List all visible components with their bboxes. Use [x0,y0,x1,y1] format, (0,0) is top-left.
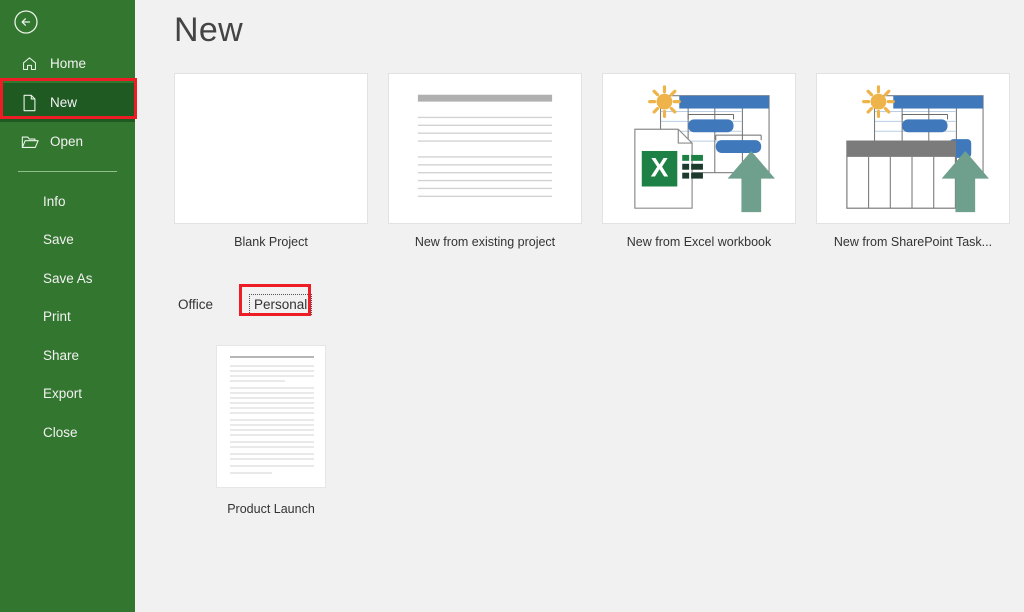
sidebar-item-label: New [50,95,78,110]
template-card-new-from-sharepoint-task-list[interactable]: New from SharePoint Task... [816,73,1010,249]
document-lines-art-icon [230,356,314,474]
sharepoint-import-art-icon [846,85,989,213]
backstage-content: New Blank Project New from existing proj… [135,0,1024,612]
sidebar-item-home[interactable]: Home [0,44,135,83]
sidebar-item-info[interactable]: Info [0,182,135,221]
sidebar-item-label: Share [43,347,80,363]
sidebar-item-label: Print [43,309,71,325]
sidebar-item-label: Export [43,386,83,402]
sidebar-item-save-as[interactable]: Save As [0,259,135,298]
sidebar-item-label: Home [50,56,87,71]
template-source-tabs: Office Personal [174,284,1024,316]
tab-label: Personal [254,296,308,312]
tab-personal[interactable]: Personal [249,293,313,315]
tab-label: Office [178,296,214,312]
template-label: New from existing project [414,235,556,249]
home-icon [20,54,39,73]
sidebar-item-new[interactable]: New [0,83,135,122]
sidebar-nav-list: Home New Open Info Save Save As Print Sh… [0,0,135,452]
new-document-icon [20,93,39,112]
document-preview [216,345,326,488]
template-thumbnail[interactable] [174,341,368,492]
sidebar-item-label: Save [43,232,74,248]
template-card-product-launch[interactable]: Product Launch [174,341,368,516]
sidebar-divider [18,171,117,172]
page-title: New [174,11,243,49]
featured-template-row: Blank Project New from existing project … [174,73,1024,249]
excel-import-art-icon: X [634,85,775,213]
sidebar-item-close[interactable]: Close [0,413,135,452]
template-label: Product Launch [227,502,315,516]
sidebar-item-label: Close [43,424,78,440]
open-folder-icon [20,132,39,151]
template-thumbnail[interactable]: X [602,73,796,224]
template-card-new-from-existing-project[interactable]: New from existing project [388,73,582,249]
template-thumbnail[interactable] [388,73,582,224]
template-thumbnail[interactable] [174,73,368,224]
template-label: Blank Project [234,235,308,249]
sidebar-item-open[interactable]: Open [0,122,135,161]
back-arrow-icon [13,9,39,35]
document-lines-art-icon [417,94,553,198]
template-label: New from Excel workbook [626,235,772,249]
backstage-sidebar: Home New Open Info Save Save As Print Sh… [0,0,137,612]
sidebar-item-export[interactable]: Export [0,375,135,414]
template-card-blank-project[interactable]: Blank Project [174,73,368,249]
template-card-new-from-excel-workbook[interactable]: X New from Excel workbook [602,73,796,249]
template-thumbnail[interactable] [816,73,1010,224]
sidebar-item-save[interactable]: Save [0,221,135,260]
back-arrow-button[interactable] [12,8,40,36]
sidebar-item-share[interactable]: Share [0,336,135,375]
sidebar-item-label: Open [50,134,84,149]
sidebar-item-print[interactable]: Print [0,298,135,337]
svg-text:X: X [651,153,669,183]
sidebar-item-label: Info [43,193,66,209]
project-backstage-new-screen: Home New Open Info Save Save As Print Sh… [0,0,1024,612]
sidebar-item-label: Save As [43,270,93,286]
personal-template-row: Product Launch [174,341,1024,516]
tab-office[interactable]: Office [174,295,217,314]
template-label: New from SharePoint Task... [833,235,993,249]
